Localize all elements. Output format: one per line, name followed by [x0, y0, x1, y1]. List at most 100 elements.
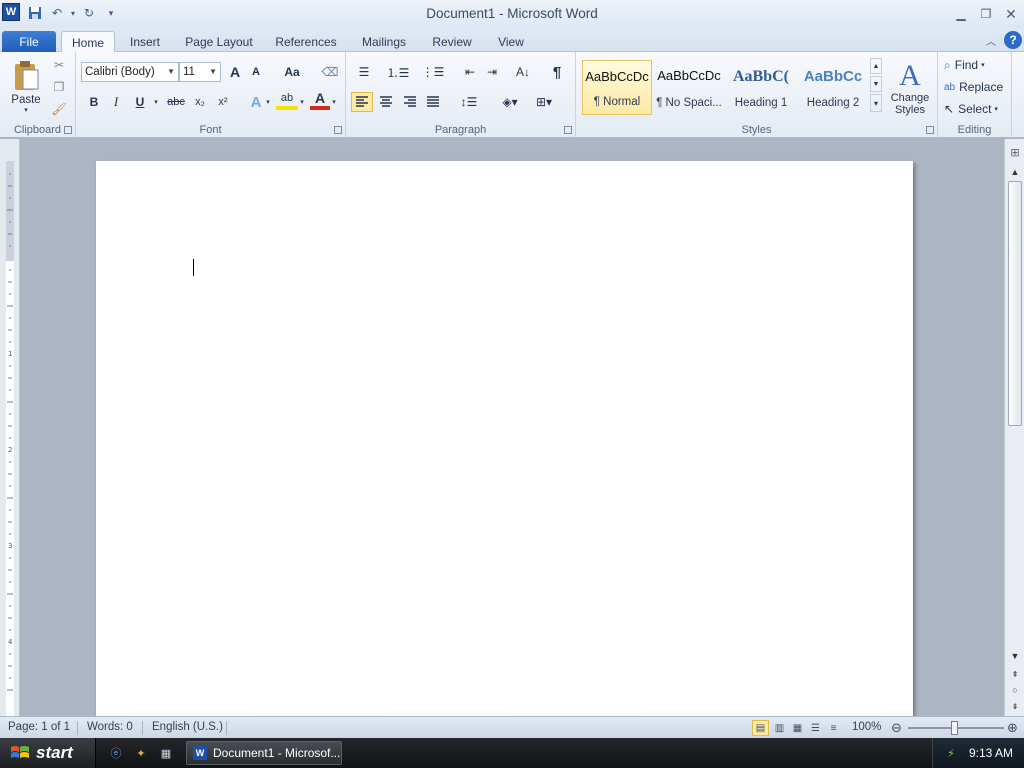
previous-page-icon[interactable]: ⇞ [1007, 667, 1023, 681]
sort-icon[interactable]: A↓ [512, 62, 534, 82]
style-heading-2[interactable]: AaBbCc Heading 2 [798, 60, 868, 115]
zoom-slider-thumb[interactable] [951, 721, 958, 735]
web-layout-icon[interactable]: ▦ [789, 720, 806, 736]
shading-icon[interactable]: ◈▾ [496, 92, 524, 112]
copy-icon[interactable]: ❐ [50, 77, 68, 97]
word-count[interactable]: Words: 0 [87, 721, 133, 733]
replace-button[interactable]: ab Replace [944, 77, 1010, 97]
tab-home[interactable]: Home [61, 31, 115, 53]
strikethrough-button[interactable]: abc [164, 92, 188, 112]
numbering-icon[interactable]: ⒈☰ [384, 62, 412, 82]
font-name-combo[interactable]: Calibri (Body) ▼ [81, 62, 179, 82]
clipboard-launcher-icon[interactable] [64, 126, 72, 134]
tab-file[interactable]: File [2, 31, 56, 52]
tab-view[interactable]: View [490, 31, 532, 52]
font-color-dropdown-icon[interactable]: ▾ [330, 92, 338, 112]
decrease-indent-icon[interactable]: ⇤ [460, 62, 480, 82]
draft-view-icon[interactable]: ≡ [825, 720, 842, 736]
justify-icon[interactable] [422, 92, 444, 112]
tab-insert[interactable]: Insert [122, 31, 168, 52]
minimize-icon[interactable]: ▁ [950, 5, 972, 23]
font-launcher-icon[interactable] [334, 126, 342, 134]
next-page-icon[interactable]: ⇟ [1007, 699, 1023, 713]
print-layout-icon[interactable]: ▤ [752, 720, 769, 736]
select-browse-object-icon[interactable]: ○ [1007, 683, 1023, 697]
find-button[interactable]: ⌕ Find ▾ [944, 55, 1010, 75]
taskbar-word-button[interactable]: W Document1 - Microsof... [186, 741, 342, 765]
select-button[interactable]: ↖ Select ▾ [944, 99, 1010, 119]
scroll-thumb[interactable] [1008, 181, 1022, 426]
zoom-in-icon[interactable]: ⊕ [1004, 720, 1021, 736]
style-normal-name: ¶ Normal [593, 96, 641, 108]
shrink-font-button[interactable]: A [248, 62, 264, 82]
underline-dropdown-icon[interactable]: ▾ [151, 92, 161, 112]
styles-more-icon[interactable]: ▾ [870, 94, 882, 112]
paste-button[interactable]: Paste ▾ [6, 56, 46, 118]
clock[interactable]: 9:13 AM [969, 746, 1013, 760]
taskbar-word-label: Document1 - Microsof... [213, 746, 341, 760]
text-effects-dropdown-icon[interactable]: ▾ [264, 92, 272, 112]
ruler-toggle-icon[interactable]: ⊞ [1007, 145, 1023, 159]
font-color-button[interactable]: A [310, 90, 330, 110]
scroll-up-icon[interactable]: ▲ [1007, 165, 1023, 179]
align-right-icon[interactable] [399, 92, 421, 112]
style-no-spacing[interactable]: AaBbCcDc ¶ No Spaci... [654, 60, 724, 115]
cut-icon[interactable]: ✂ [50, 55, 68, 75]
clear-formatting-icon[interactable]: ⌫ [320, 62, 340, 82]
bold-button[interactable]: B [85, 92, 103, 112]
scroll-down-icon[interactable]: ▼ [1007, 649, 1023, 663]
line-spacing-icon[interactable]: ↕☰ [456, 92, 482, 112]
italic-button[interactable]: I [107, 92, 125, 112]
network-icon[interactable]: ⚡ [943, 745, 959, 761]
zoom-level[interactable]: 100% [852, 721, 881, 733]
restore-icon[interactable]: ❐ [975, 5, 997, 23]
multilevel-list-icon[interactable]: ⋮☰ [420, 62, 446, 82]
document-workspace[interactable] [20, 139, 1004, 716]
styles-scroll-down-icon[interactable]: ▼ [870, 76, 882, 92]
change-styles-label: Change Styles [890, 92, 930, 116]
format-painter-icon[interactable]: 🖌 [50, 99, 68, 119]
style-normal[interactable]: AaBbCcDc ¶ Normal [582, 60, 652, 115]
bullets-icon[interactable]: ☰ [352, 62, 376, 82]
align-left-icon[interactable] [351, 92, 373, 112]
tab-page-layout[interactable]: Page Layout [178, 31, 260, 52]
outline-view-icon[interactable]: ☰ [807, 720, 824, 736]
font-size-combo[interactable]: 11 ▼ [179, 62, 221, 82]
paste-label: Paste [11, 94, 41, 106]
style-heading-1[interactable]: AaBbC( Heading 1 [726, 60, 796, 115]
styles-scroll-up-icon[interactable]: ▲ [870, 58, 882, 74]
text-effects-button[interactable]: A [246, 92, 266, 112]
tab-mailings[interactable]: Mailings [352, 31, 416, 52]
styles-launcher-icon[interactable] [926, 126, 934, 134]
change-styles-button[interactable]: A Change Styles [886, 56, 934, 120]
highlight-dropdown-icon[interactable]: ▾ [298, 92, 306, 112]
subscript-button[interactable]: x₂ [190, 92, 210, 112]
zoom-out-icon[interactable]: ⊖ [888, 720, 905, 736]
svg-text:1: 1 [8, 350, 12, 358]
tab-references[interactable]: References [268, 31, 344, 52]
grow-font-button[interactable]: A [226, 62, 244, 82]
full-screen-reading-icon[interactable]: ▥ [771, 720, 788, 736]
tab-review[interactable]: Review [424, 31, 480, 52]
minimize-ribbon-icon[interactable]: ︿ [982, 31, 1000, 49]
vertical-ruler[interactable]: 1 2 3 4 [0, 139, 20, 716]
close-icon[interactable]: ✕ [1000, 5, 1022, 23]
page-count[interactable]: Page: 1 of 1 [8, 721, 70, 733]
underline-button[interactable]: U [131, 92, 149, 112]
internet-explorer-icon[interactable]: ⓔ [108, 745, 124, 761]
superscript-button[interactable]: x² [213, 92, 233, 112]
align-center-icon[interactable] [375, 92, 397, 112]
borders-icon[interactable]: ⊞▾ [530, 92, 558, 112]
document-page[interactable] [96, 161, 913, 716]
highlight-button[interactable]: ab [276, 90, 298, 110]
quick-launch-icon[interactable]: ✦ [133, 745, 149, 761]
show-formatting-button[interactable]: ¶ [546, 62, 568, 82]
language-indicator[interactable]: English (U.S.) [152, 721, 223, 733]
paragraph-launcher-icon[interactable] [564, 126, 572, 134]
show-desktop-icon[interactable]: ▦ [158, 745, 174, 761]
start-button[interactable]: start [0, 738, 96, 768]
change-case-button[interactable]: Aa [279, 62, 305, 82]
vertical-scrollbar[interactable]: ⊞ ▲ ▼ ⇞ ○ ⇟ [1004, 139, 1024, 716]
increase-indent-icon[interactable]: ⇥ [482, 62, 502, 82]
help-icon[interactable]: ? [1004, 31, 1022, 49]
